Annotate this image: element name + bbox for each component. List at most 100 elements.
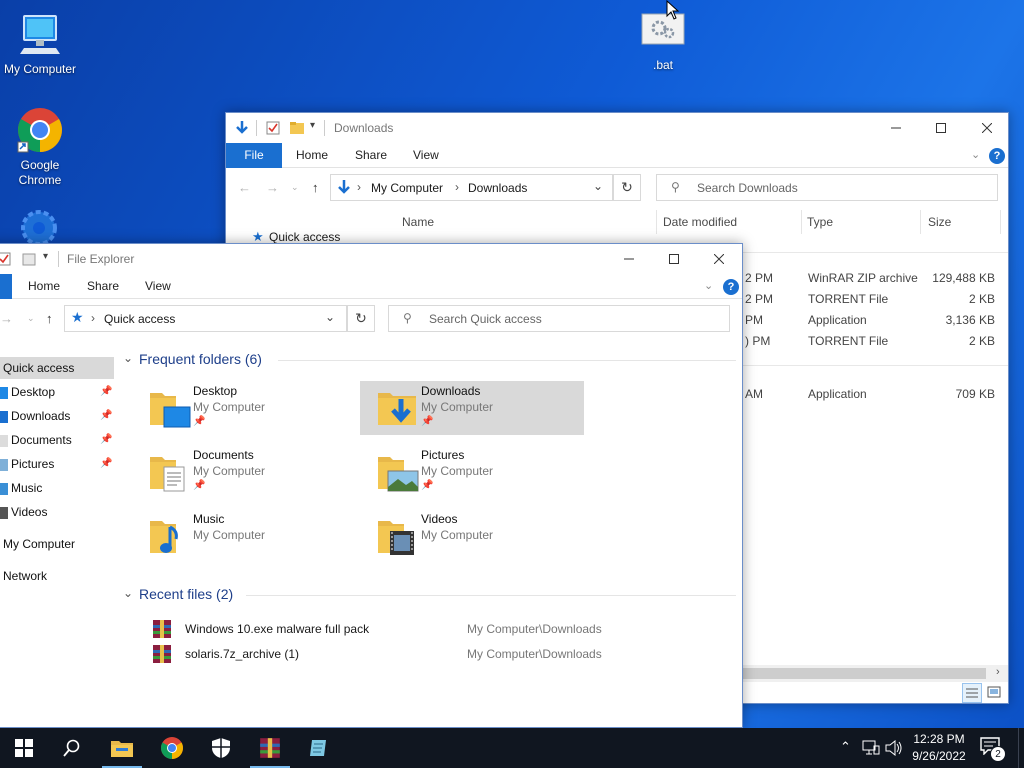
frequent-folders-header[interactable]: Frequent folders (6) xyxy=(139,351,262,367)
nav-item-network[interactable]: Network xyxy=(0,565,47,587)
clock-date[interactable]: 9/26/2022 xyxy=(908,749,970,763)
details-view-button[interactable] xyxy=(962,683,982,703)
show-desktop-button[interactable] xyxy=(1018,728,1024,768)
taskbar-winrar[interactable] xyxy=(246,728,294,768)
taskbar-notepad[interactable] xyxy=(295,728,343,768)
folder-tile-downloads[interactable]: Downloads My Computer 📌 xyxy=(360,381,584,435)
start-button[interactable] xyxy=(0,728,48,768)
refresh-button[interactable]: ↻ xyxy=(613,174,641,201)
help-icon[interactable]: ? xyxy=(723,279,739,295)
recent-dropdown-icon[interactable]: ⌄ xyxy=(291,182,299,193)
chevron-down-icon[interactable]: ⌄ xyxy=(123,586,133,600)
action-center-button[interactable]: 2 xyxy=(980,737,1006,762)
nav-item-quick-access[interactable]: Quick access xyxy=(0,357,114,379)
taskbar-security[interactable] xyxy=(197,728,245,768)
folder-tile-desktop[interactable]: Desktop My Computer 📌 xyxy=(132,381,356,435)
table-row[interactable]: PM Application 3,136 KB xyxy=(741,310,1008,330)
nav-item-my-computer[interactable]: My Computer xyxy=(0,533,75,555)
search-button[interactable] xyxy=(48,728,96,768)
nav-item-videos[interactable]: Videos xyxy=(0,501,47,523)
qat-dropdown-icon[interactable]: ▾ xyxy=(310,120,315,131)
folder-tile-documents[interactable]: Documents My Computer 📌 xyxy=(132,445,356,499)
tab-file[interactable] xyxy=(0,274,12,299)
tab-home[interactable]: Home xyxy=(282,143,342,168)
scroll-right-icon[interactable]: › xyxy=(996,666,1000,678)
folder-tile-pictures[interactable]: Pictures My Computer 📌 xyxy=(360,445,584,499)
ribbon-expand-icon[interactable]: ⌄ xyxy=(971,148,980,161)
refresh-button[interactable]: ↻ xyxy=(347,305,375,332)
nav-item-music[interactable]: Music xyxy=(0,477,42,499)
row-type: TORRENT File xyxy=(808,292,889,306)
back-arrow-icon[interactable]: ← xyxy=(238,180,251,195)
folder-tile-videos[interactable]: Videos My Computer xyxy=(360,509,584,563)
breadcrumb-current[interactable]: Downloads xyxy=(468,181,527,195)
up-arrow-icon[interactable]: ↑ xyxy=(312,180,319,195)
clock-time[interactable]: 12:28 PM xyxy=(908,732,970,746)
properties-icon[interactable] xyxy=(266,121,280,138)
qat-dropdown-icon[interactable]: ▾ xyxy=(43,251,48,262)
nav-label: Documents xyxy=(11,433,72,447)
new-folder-icon[interactable] xyxy=(22,252,36,269)
minimize-button[interactable] xyxy=(606,244,652,274)
forward-arrow-icon[interactable]: → xyxy=(0,311,13,326)
close-button[interactable] xyxy=(964,113,1008,143)
help-icon[interactable]: ? xyxy=(989,148,1005,164)
large-icons-view-button[interactable] xyxy=(985,683,1005,703)
folder-tile-music[interactable]: Music My Computer xyxy=(132,509,356,563)
nav-item-desktop[interactable]: Desktop xyxy=(0,381,55,403)
tab-view[interactable]: View xyxy=(131,274,185,299)
pin-icon: 📌 xyxy=(100,434,113,445)
tab-home[interactable]: Home xyxy=(14,274,74,299)
recent-files-header[interactable]: Recent files (2) xyxy=(139,586,233,602)
network-icon[interactable] xyxy=(862,740,880,759)
column-type-header[interactable]: Type xyxy=(807,210,833,234)
row-date: ) PM xyxy=(745,334,771,348)
minimize-button[interactable] xyxy=(873,113,919,143)
taskbar-chrome[interactable] xyxy=(148,728,196,768)
taskbar-file-explorer[interactable] xyxy=(98,728,146,768)
column-headers: Name Date modified Type Size xyxy=(226,210,1008,234)
download-arrow-icon xyxy=(0,410,8,423)
tab-view[interactable]: View xyxy=(399,143,453,168)
forward-arrow-icon[interactable]: → xyxy=(266,180,279,195)
table-row[interactable]: 2 PM WinRAR ZIP archive 129,488 KB xyxy=(741,268,1008,288)
maximize-button[interactable] xyxy=(918,113,964,143)
list-item[interactable]: solaris.7z_archive (1) My Computer\Downl… xyxy=(148,643,628,665)
table-row[interactable]: AM Application 709 KB xyxy=(741,384,1008,404)
column-size-header[interactable]: Size xyxy=(928,210,951,234)
close-button[interactable] xyxy=(696,244,742,274)
desktop-icon-bat[interactable]: .bat xyxy=(623,10,703,73)
search-input[interactable]: ⚲ Search Downloads xyxy=(656,174,998,201)
new-folder-icon[interactable] xyxy=(289,121,305,138)
tab-file[interactable]: File xyxy=(226,143,282,168)
gear-icon[interactable] xyxy=(17,204,61,246)
column-date-header[interactable]: Date modified xyxy=(663,210,737,234)
table-row[interactable]: 2 PM TORRENT File 2 KB xyxy=(741,289,1008,309)
desktop-icon-google-chrome[interactable]: Google Chrome xyxy=(0,106,80,188)
properties-icon[interactable] xyxy=(0,252,11,269)
volume-icon[interactable] xyxy=(885,739,903,759)
list-item[interactable]: Windows 10.exe malware full pack My Comp… xyxy=(148,618,628,640)
search-input[interactable]: ⚲ Search Quick access xyxy=(388,305,730,332)
address-bar[interactable]: › My Computer › Downloads ⌄ xyxy=(330,174,613,201)
tab-share[interactable]: Share xyxy=(73,274,133,299)
nav-item-downloads[interactable]: Downloads xyxy=(0,405,70,427)
tab-share[interactable]: Share xyxy=(341,143,401,168)
nav-item-documents[interactable]: Documents xyxy=(0,429,72,451)
address-dropdown-icon[interactable]: ⌄ xyxy=(593,179,603,193)
column-name-header[interactable]: Name xyxy=(402,210,434,234)
desktop-icon-my-computer[interactable]: My Computer xyxy=(0,10,80,77)
breadcrumb-current[interactable]: Quick access xyxy=(104,312,175,326)
maximize-button[interactable] xyxy=(651,244,697,274)
up-arrow-icon[interactable]: ↑ xyxy=(46,311,53,326)
horizontal-scrollbar[interactable]: › xyxy=(741,665,1008,682)
address-dropdown-icon[interactable]: ⌄ xyxy=(325,310,335,324)
chevron-down-icon[interactable]: ⌄ xyxy=(123,351,133,365)
table-row[interactable]: ) PM TORRENT File 2 KB xyxy=(741,331,1008,351)
chevron-up-icon[interactable]: ⌃ xyxy=(840,739,851,755)
breadcrumb-root[interactable]: My Computer xyxy=(371,181,443,195)
nav-item-pictures[interactable]: Pictures xyxy=(0,453,54,475)
ribbon-expand-icon[interactable]: ⌄ xyxy=(704,279,713,292)
address-bar[interactable]: ★ › Quick access ⌄ xyxy=(64,305,347,332)
recent-dropdown-icon[interactable]: ⌄ xyxy=(27,313,35,324)
